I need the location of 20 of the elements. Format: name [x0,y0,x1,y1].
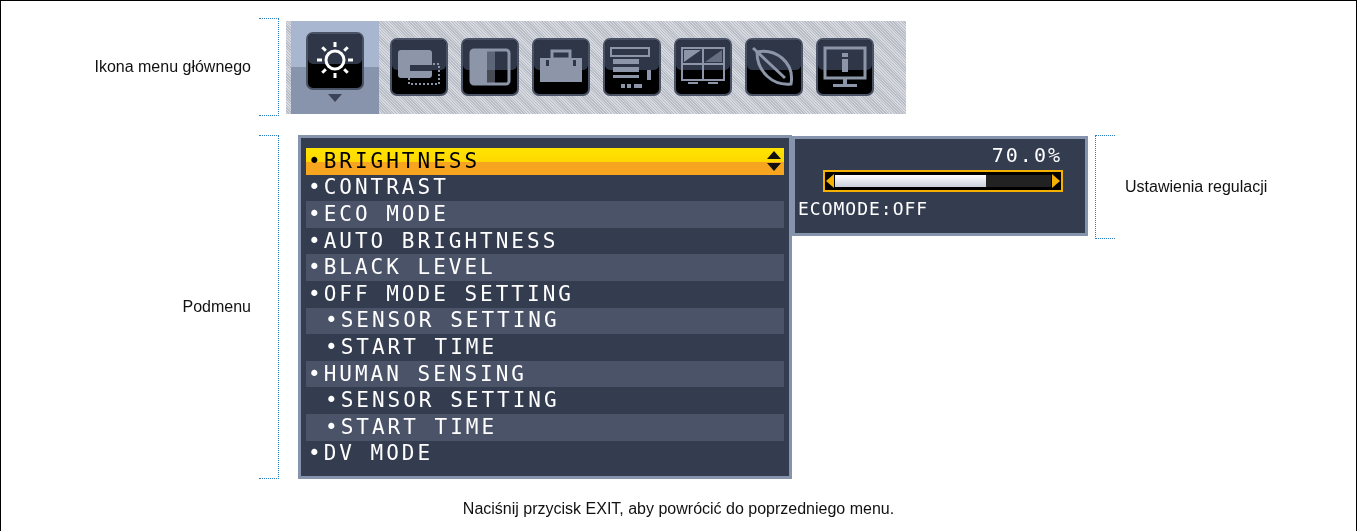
adjust-label: Ustawienia regulacji [1125,177,1268,197]
up-down-arrows-icon [766,150,782,173]
pointer-triangle-icon [328,94,342,102]
submenu-item[interactable]: •START TIME [306,413,784,441]
right-arrow-icon [1052,174,1060,188]
main-icon-label: Ikona menu głównego [94,57,251,77]
info-icon [815,38,874,96]
submenu-label: Podmenu [182,297,251,317]
left-arrow-icon [826,174,834,188]
brightness-icon [306,32,364,90]
eco-mode-status: ECOMODE:OFF [798,200,930,218]
submenu-item[interactable]: •HUMAN SENSING [306,360,784,388]
footer-note: Naciśnij przycisk EXIT, aby powrócić do poprzedniego menu. [462,499,895,519]
submenu-item[interactable]: •BLACK LEVEL [306,254,784,281]
submenu-item[interactable]: •BRIGHTNESS [306,148,784,175]
submenu-item[interactable]: •ECO MODE [306,201,784,228]
tools-icon [531,38,590,96]
brightness-menu-icon[interactable] [291,20,379,114]
value-readout: 70.0% [991,145,1062,165]
submenu-item[interactable]: •SENSOR SETTING [306,307,784,335]
